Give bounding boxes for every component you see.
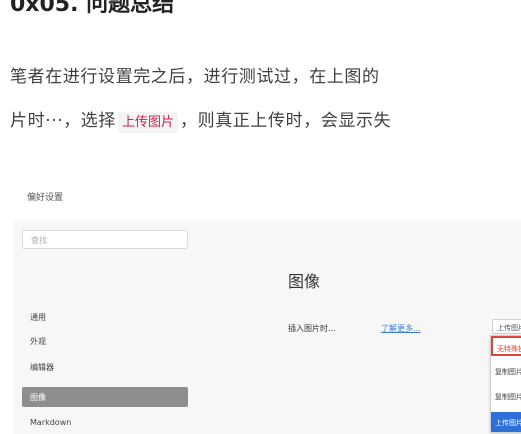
nav-item-general[interactable]: 通用 — [30, 312, 46, 323]
insert-action-select[interactable]: 上传图片 — [492, 319, 521, 334]
preferences-header: 偏好设置 — [14, 182, 521, 220]
option-upload[interactable]: 上传图片 — [491, 412, 521, 432]
nav-item-editor[interactable]: 编辑器 — [30, 362, 54, 373]
option-copy-current[interactable]: 复制图片到当前文件夹 — [491, 361, 521, 381]
nav-item-image[interactable]: 图像 — [22, 387, 188, 407]
insert-image-label: 插入图片时... — [288, 324, 336, 333]
nav-item-markdown[interactable]: Markdown — [30, 418, 71, 427]
preferences-screenshot: 偏好设置 查找 通用 外观 编辑器 图像 Markdown 图像 插入图片时..… — [14, 182, 521, 434]
paragraph-text-suffix: ，则真正上传时，会显示失 — [180, 111, 392, 131]
section-heading: 0x05. 问题总结 — [10, 0, 175, 17]
nav-item-image-label: 图像 — [30, 393, 46, 402]
nav-item-appearance[interactable]: 外观 — [30, 336, 46, 347]
option-no-action[interactable]: 无特殊操作 — [491, 336, 521, 356]
paragraph-line-1: 笔者在进行设置完之后，进行测试过，在上图的 — [10, 67, 380, 87]
insert-action-menu: 无特殊操作 复制图片到当前文件夹 复制图片到指定路径 上传图片 — [490, 335, 521, 433]
preferences-title: 偏好设置 — [27, 193, 64, 203]
paragraph-line-2: 片时···，选择 上传图片 ，则真正上传时，会显示失 — [10, 106, 392, 133]
paragraph-text-prefix: 片时···，选择 — [10, 111, 117, 131]
search-input[interactable]: 查找 — [22, 230, 188, 249]
pane-title: 图像 — [288, 272, 321, 291]
option-copy-path[interactable]: 复制图片到指定路径 — [491, 386, 521, 406]
learn-more-link[interactable]: 了解更多... — [381, 323, 421, 334]
inline-code-upload: 上传图片 — [118, 112, 179, 133]
